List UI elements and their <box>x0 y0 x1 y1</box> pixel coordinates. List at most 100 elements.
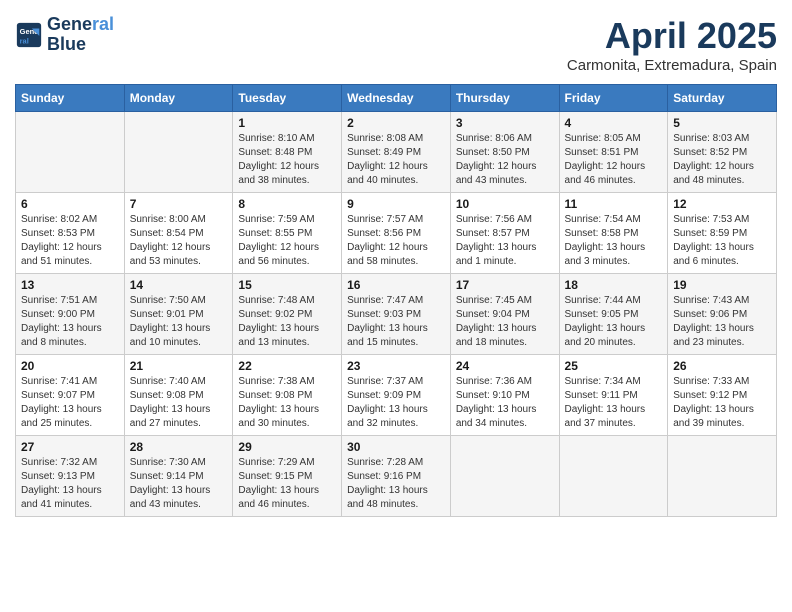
calendar-cell: 28Sunrise: 7:30 AMSunset: 9:14 PMDayligh… <box>124 436 233 517</box>
day-number: 8 <box>238 197 336 211</box>
day-number: 13 <box>21 278 119 292</box>
calendar-cell: 23 Sunrise: 7:37 AMSunset: 9:09 PMDayligh… <box>342 355 451 436</box>
day-number: 10 <box>456 197 554 211</box>
day-number: 24 <box>456 359 554 373</box>
day-info: Sunrise: 7:32 AMSunset: 9:13 PMDaylight:… <box>21 456 119 512</box>
day-info: Sunrise: 7:48 AMSunset: 9:02 PMDaylight:… <box>238 294 336 350</box>
calendar-cell: 7 Sunrise: 8:00 AMSunset: 8:54 PMDaylight… <box>124 193 233 274</box>
day-info: Sunrise: 7:53 AMSunset: 8:59 PMDaylight:… <box>673 213 771 269</box>
calendar-cell: 20Sunrise: 7:41 AMSunset: 9:07 PMDayligh… <box>16 355 125 436</box>
weekday-header-cell: Monday <box>124 85 233 112</box>
calendar-cell: 12 Sunrise: 7:53 AMSunset: 8:59 PMDayligh… <box>668 193 777 274</box>
day-info: Sunrise: 7:51 AMSunset: 9:00 PMDaylight:… <box>21 294 119 350</box>
day-info: Sunrise: 7:34 AMSunset: 9:11 PMDaylight:… <box>565 375 663 431</box>
day-number: 18 <box>565 278 663 292</box>
day-number: 7 <box>130 197 228 211</box>
weekday-header-cell: Tuesday <box>233 85 342 112</box>
day-number: 22 <box>238 359 336 373</box>
calendar-cell: 11Sunrise: 7:54 AMSunset: 8:58 PMDayligh… <box>559 193 668 274</box>
calendar-cell: 15Sunrise: 7:48 AMSunset: 9:02 PMDayligh… <box>233 274 342 355</box>
day-info: Sunrise: 8:00 AMSunset: 8:54 PMDaylight:… <box>130 213 228 269</box>
calendar-week-row: 6Sunrise: 8:02 AMSunset: 8:53 PMDaylight… <box>16 193 777 274</box>
calendar-cell: 3 Sunrise: 8:06 AMSunset: 8:50 PMDaylight… <box>450 112 559 193</box>
day-number: 5 <box>673 116 771 130</box>
location-subtitle: Carmonita, Extremadura, Spain <box>567 57 777 74</box>
day-number: 6 <box>21 197 119 211</box>
day-info: Sunrise: 7:30 AMSunset: 9:14 PMDaylight:… <box>130 456 228 512</box>
weekday-header-cell: Sunday <box>16 85 125 112</box>
day-number: 17 <box>456 278 554 292</box>
calendar-cell <box>559 436 668 517</box>
logo-icon: Gene ral <box>15 21 43 49</box>
day-info: Sunrise: 7:33 AMSunset: 9:12 PMDaylight:… <box>673 375 771 431</box>
day-number: 26 <box>673 359 771 373</box>
calendar-cell: 14 Sunrise: 7:50 AMSunset: 9:01 PMDayligh… <box>124 274 233 355</box>
calendar-cell: 17 Sunrise: 7:45 AMSunset: 9:04 PMDayligh… <box>450 274 559 355</box>
calendar-week-row: 1 Sunrise: 8:10 AMSunset: 8:48 PMDaylight… <box>16 112 777 193</box>
calendar-cell: 16Sunrise: 7:47 AMSunset: 9:03 PMDayligh… <box>342 274 451 355</box>
calendar-cell: 6Sunrise: 8:02 AMSunset: 8:53 PMDaylight… <box>16 193 125 274</box>
calendar-cell: 4 Sunrise: 8:05 AMSunset: 8:51 PMDaylight… <box>559 112 668 193</box>
calendar-body: 1 Sunrise: 8:10 AMSunset: 8:48 PMDaylight… <box>16 112 777 517</box>
calendar-cell: 26 Sunrise: 7:33 AMSunset: 9:12 PMDayligh… <box>668 355 777 436</box>
calendar-cell: 13 Sunrise: 7:51 AMSunset: 9:00 PMDayligh… <box>16 274 125 355</box>
day-info: Sunrise: 8:08 AMSunset: 8:49 PMDaylight:… <box>347 132 445 188</box>
calendar-cell: 10 Sunrise: 7:56 AMSunset: 8:57 PMDayligh… <box>450 193 559 274</box>
calendar-week-row: 13 Sunrise: 7:51 AMSunset: 9:00 PMDayligh… <box>16 274 777 355</box>
day-info: Sunrise: 7:56 AMSunset: 8:57 PMDaylight:… <box>456 213 554 269</box>
day-info: Sunrise: 7:38 AMSunset: 9:08 PMDaylight:… <box>238 375 336 431</box>
day-number: 27 <box>21 440 119 454</box>
calendar-cell <box>16 112 125 193</box>
calendar-cell <box>124 112 233 193</box>
calendar-cell: 18 Sunrise: 7:44 AMSunset: 9:05 PMDayligh… <box>559 274 668 355</box>
logo: Gene ral GeneralBlue <box>15 15 114 55</box>
day-number: 21 <box>130 359 228 373</box>
calendar-cell: 27 Sunrise: 7:32 AMSunset: 9:13 PMDayligh… <box>16 436 125 517</box>
day-info: Sunrise: 8:06 AMSunset: 8:50 PMDaylight:… <box>456 132 554 188</box>
weekday-header-cell: Friday <box>559 85 668 112</box>
logo-text: GeneralBlue <box>47 15 114 55</box>
day-number: 19 <box>673 278 771 292</box>
day-info: Sunrise: 7:37 AMSunset: 9:09 PMDaylight:… <box>347 375 445 431</box>
weekday-header-row: SundayMondayTuesdayWednesdayThursdayFrid… <box>16 85 777 112</box>
day-info: Sunrise: 7:40 AMSunset: 9:08 PMDaylight:… <box>130 375 228 431</box>
weekday-header-cell: Wednesday <box>342 85 451 112</box>
calendar-cell: 30Sunrise: 7:28 AMSunset: 9:16 PMDayligh… <box>342 436 451 517</box>
calendar-week-row: 27 Sunrise: 7:32 AMSunset: 9:13 PMDayligh… <box>16 436 777 517</box>
weekday-header-cell: Saturday <box>668 85 777 112</box>
day-number: 14 <box>130 278 228 292</box>
day-number: 1 <box>238 116 336 130</box>
day-info: Sunrise: 8:10 AMSunset: 8:48 PMDaylight:… <box>238 132 336 188</box>
day-info: Sunrise: 7:54 AMSunset: 8:58 PMDaylight:… <box>565 213 663 269</box>
day-info: Sunrise: 7:57 AMSunset: 8:56 PMDaylight:… <box>347 213 445 269</box>
calendar-cell: 25 Sunrise: 7:34 AMSunset: 9:11 PMDayligh… <box>559 355 668 436</box>
day-info: Sunrise: 8:05 AMSunset: 8:51 PMDaylight:… <box>565 132 663 188</box>
calendar-cell <box>668 436 777 517</box>
calendar-cell: 5Sunrise: 8:03 AMSunset: 8:52 PMDaylight… <box>668 112 777 193</box>
day-number: 9 <box>347 197 445 211</box>
calendar-cell: 2 Sunrise: 8:08 AMSunset: 8:49 PMDaylight… <box>342 112 451 193</box>
day-info: Sunrise: 7:45 AMSunset: 9:04 PMDaylight:… <box>456 294 554 350</box>
month-title: April 2025 <box>567 15 777 57</box>
day-info: Sunrise: 7:43 AMSunset: 9:06 PMDaylight:… <box>673 294 771 350</box>
day-number: 2 <box>347 116 445 130</box>
day-number: 12 <box>673 197 771 211</box>
header: Gene ral GeneralBlue April 2025 Carmonit… <box>15 15 777 74</box>
day-info: Sunrise: 7:59 AMSunset: 8:55 PMDaylight:… <box>238 213 336 269</box>
weekday-header-cell: Thursday <box>450 85 559 112</box>
day-number: 25 <box>565 359 663 373</box>
day-info: Sunrise: 7:44 AMSunset: 9:05 PMDaylight:… <box>565 294 663 350</box>
day-number: 3 <box>456 116 554 130</box>
svg-text:ral: ral <box>20 36 29 45</box>
day-info: Sunrise: 7:47 AMSunset: 9:03 PMDaylight:… <box>347 294 445 350</box>
calendar-cell: 22 Sunrise: 7:38 AMSunset: 9:08 PMDayligh… <box>233 355 342 436</box>
day-number: 23 <box>347 359 445 373</box>
day-number: 4 <box>565 116 663 130</box>
calendar-week-row: 20Sunrise: 7:41 AMSunset: 9:07 PMDayligh… <box>16 355 777 436</box>
calendar-cell: 8 Sunrise: 7:59 AMSunset: 8:55 PMDaylight… <box>233 193 342 274</box>
calendar-cell: 19 Sunrise: 7:43 AMSunset: 9:06 PMDayligh… <box>668 274 777 355</box>
day-info: Sunrise: 7:36 AMSunset: 9:10 PMDaylight:… <box>456 375 554 431</box>
day-number: 29 <box>238 440 336 454</box>
day-number: 30 <box>347 440 445 454</box>
day-info: Sunrise: 7:50 AMSunset: 9:01 PMDaylight:… <box>130 294 228 350</box>
